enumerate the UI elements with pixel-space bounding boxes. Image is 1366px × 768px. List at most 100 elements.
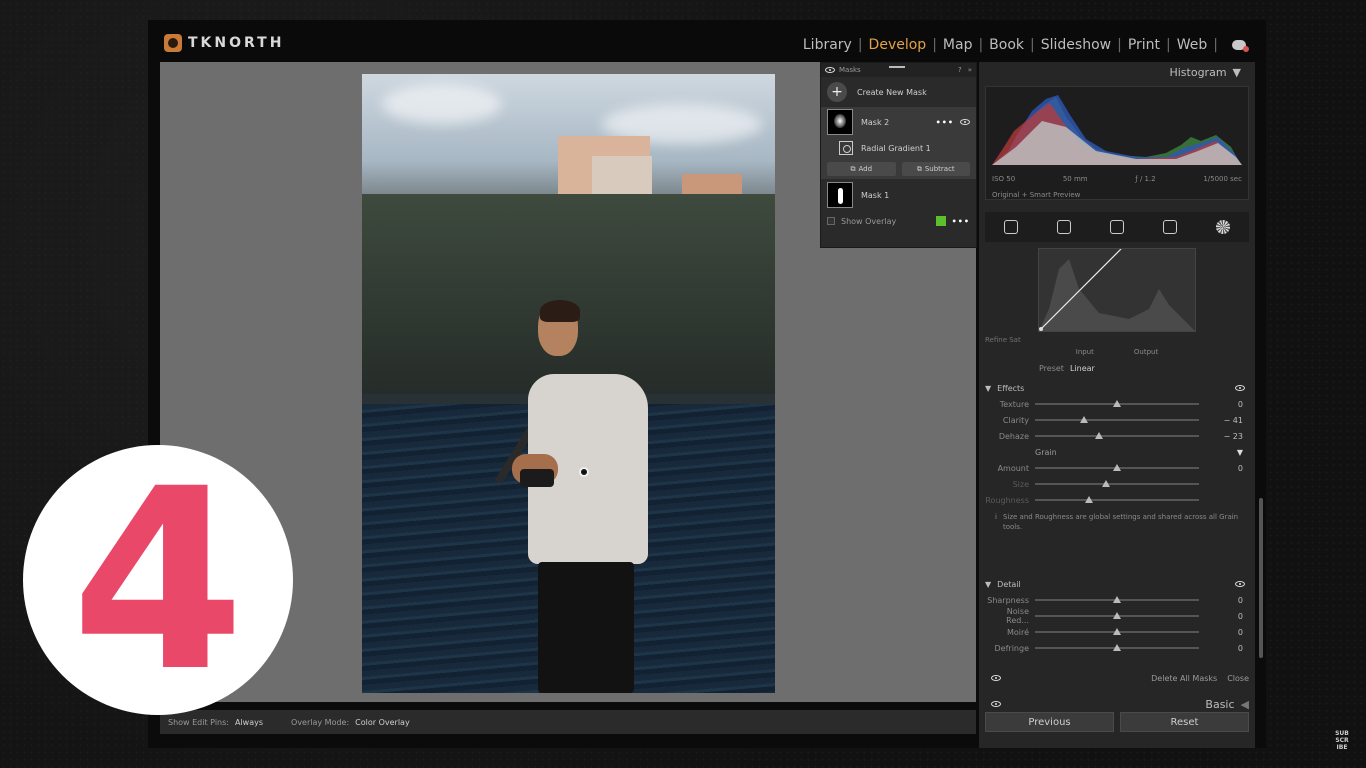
create-new-mask-button[interactable]: + Create New Mask: [821, 77, 976, 107]
slider-label: Defringe: [994, 643, 1029, 653]
grain-note-text: Size and Roughness are global settings a…: [1002, 513, 1239, 531]
delete-all-masks-button[interactable]: Delete All Masks: [1151, 674, 1217, 683]
slider-knob[interactable]: [1113, 596, 1121, 603]
eye-icon[interactable]: [960, 119, 970, 125]
masking-icon[interactable]: [1215, 220, 1230, 234]
more-options-icon[interactable]: •••: [936, 118, 954, 127]
masks-title: Masks: [839, 66, 861, 74]
show-overlay-label: Show Overlay: [841, 216, 897, 226]
slider-track[interactable]: [1035, 464, 1199, 471]
mask-item-mask-1[interactable]: Mask 1: [821, 179, 976, 211]
healing-icon[interactable]: [1109, 220, 1124, 234]
collapse-icon[interactable]: »: [968, 66, 972, 74]
slider-track[interactable]: [1035, 644, 1199, 651]
reset-button[interactable]: Reset: [1120, 712, 1249, 732]
cloud-sync-icon[interactable]: [1232, 40, 1249, 52]
slider-track[interactable]: [1035, 432, 1199, 439]
right-panel: Histogram ▼ ISO 50 50 mm ƒ / 1.2 1/5000 …: [979, 62, 1255, 748]
module-web[interactable]: Web: [1177, 37, 1208, 53]
eye-icon[interactable]: [1235, 581, 1245, 587]
slider-value[interactable]: 0: [1199, 612, 1243, 621]
preset-select[interactable]: Linear: [1070, 364, 1095, 373]
slider-value[interactable]: − 23: [1199, 432, 1243, 441]
slider-value[interactable]: 0: [1199, 400, 1243, 409]
slider-track[interactable]: [1035, 612, 1199, 619]
eye-icon[interactable]: [825, 67, 835, 73]
slider-knob[interactable]: [1113, 612, 1121, 619]
collapse-triangle-icon[interactable]: ▼: [1233, 66, 1241, 79]
subscribe-line: SCR: [1335, 737, 1349, 744]
add-button[interactable]: ⧉ Add: [827, 162, 896, 176]
overlay-color-swatch[interactable]: [935, 216, 946, 226]
slider-track[interactable]: [1035, 416, 1199, 423]
edit-pins-select[interactable]: Always: [235, 718, 263, 727]
slider-track[interactable]: [1035, 628, 1199, 635]
collapse-triangle-icon[interactable]: ▼: [1237, 448, 1243, 457]
drag-handle-icon[interactable]: [889, 66, 905, 68]
mask-component-radial-gradient[interactable]: Radial Gradient 1: [821, 137, 976, 159]
plus-icon[interactable]: +: [827, 82, 847, 102]
grain-header[interactable]: Grain ▼: [985, 444, 1249, 460]
photo-preview[interactable]: [362, 74, 775, 693]
more-options-icon[interactable]: •••: [952, 217, 970, 226]
module-slideshow[interactable]: Slideshow: [1041, 37, 1111, 53]
cliff: [362, 194, 775, 394]
slider-value[interactable]: 0: [1199, 596, 1243, 605]
basic-panel-header[interactable]: Basic ◀: [985, 696, 1249, 712]
eye-icon[interactable]: [991, 675, 1001, 681]
slider-knob[interactable]: [1080, 416, 1089, 423]
eye-icon[interactable]: [991, 701, 1001, 707]
slider-knob[interactable]: [1113, 464, 1121, 471]
preset-label: Preset: [1039, 364, 1064, 373]
slider-track[interactable]: [1035, 480, 1199, 487]
overlay-mode-label: Overlay Mode:: [291, 717, 350, 727]
collapse-triangle-icon[interactable]: ◀: [1241, 698, 1249, 711]
module-print[interactable]: Print: [1128, 37, 1160, 53]
slider-value[interactable]: 0: [1199, 464, 1243, 473]
histogram-header[interactable]: Histogram ▼: [979, 62, 1255, 82]
detail-header[interactable]: ▼ Detail: [985, 576, 1249, 592]
module-develop[interactable]: Develop: [869, 37, 927, 53]
crop-icon[interactable]: [1057, 220, 1072, 234]
panel-scrollbar[interactable]: [1259, 498, 1263, 658]
tone-curve[interactable]: [1038, 248, 1196, 332]
slider-track[interactable]: [1035, 400, 1199, 407]
subtract-button[interactable]: ⧉ Subtract: [901, 162, 970, 176]
slider-knob[interactable]: [1094, 432, 1103, 439]
slider-knob[interactable]: [1113, 400, 1121, 407]
masks-panel-header[interactable]: Masks ? »: [821, 63, 976, 77]
slider-track[interactable]: [1035, 496, 1199, 503]
mask-pin-icon[interactable]: [579, 467, 589, 477]
mask-item-mask-2[interactable]: Mask 2 •••: [821, 107, 976, 137]
slider-value[interactable]: 0: [1199, 628, 1243, 637]
slider-value[interactable]: − 41: [1199, 416, 1243, 425]
eye-icon[interactable]: [1235, 385, 1245, 391]
slider-value[interactable]: 0: [1199, 644, 1243, 653]
show-overlay-checkbox[interactable]: [827, 217, 835, 225]
effects-header[interactable]: ▼ Effects: [985, 380, 1249, 396]
slider-knob[interactable]: [1101, 480, 1110, 487]
slider-knob[interactable]: [1085, 496, 1094, 503]
slider-label: Roughness: [985, 495, 1029, 505]
close-button[interactable]: Close: [1227, 674, 1249, 683]
subscribe-watermark[interactable]: SUB SCR IBE: [1329, 730, 1355, 760]
previous-button[interactable]: Previous: [985, 712, 1114, 732]
focal-length-value: 50 mm: [1062, 175, 1088, 183]
slider-track[interactable]: [1035, 596, 1199, 603]
collapse-triangle-icon[interactable]: ▼: [985, 384, 991, 393]
histogram[interactable]: ISO 50 50 mm ƒ / 1.2 1/5000 sec Original…: [985, 86, 1249, 200]
module-book[interactable]: Book: [989, 37, 1024, 53]
collapse-triangle-icon[interactable]: ▼: [985, 580, 991, 589]
red-eye-icon[interactable]: [1162, 220, 1177, 234]
module-map[interactable]: Map: [943, 37, 973, 53]
camera: [520, 469, 554, 487]
masks-panel: Masks ? » + Create New Mask Mask 2 ••• R…: [820, 62, 977, 248]
edit-sliders-icon[interactable]: [1004, 220, 1019, 234]
slider-knob[interactable]: [1113, 644, 1121, 651]
overlay-mode-select[interactable]: Color Overlay: [355, 718, 410, 727]
slider-row: Size: [985, 476, 1249, 492]
slider-knob[interactable]: [1113, 628, 1121, 635]
smart-preview-label: Original + Smart Preview: [992, 191, 1081, 199]
help-icon[interactable]: ?: [958, 66, 962, 74]
module-library[interactable]: Library: [803, 37, 852, 53]
